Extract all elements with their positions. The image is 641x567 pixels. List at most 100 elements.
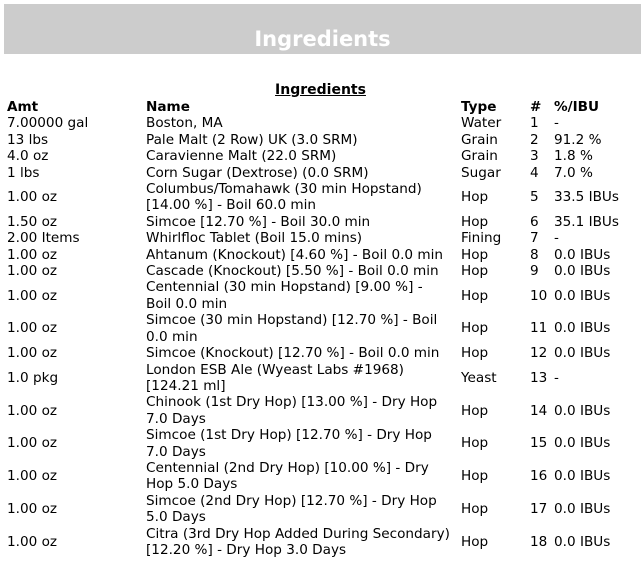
cell-name: Simcoe (1st Dry Hop) [12.70 %] - Dry Hop… <box>146 427 432 460</box>
cell-name: London ESB Ale (Wyeast Labs #1968) [124.… <box>146 361 404 394</box>
cell-ibu: 0.0 IBUs <box>554 320 611 337</box>
cell-type: Hop <box>461 402 489 419</box>
cell-type: Hop <box>461 468 489 485</box>
cell-type: Water <box>461 115 502 132</box>
cell-name: Corn Sugar (Dextrose) (0.0 SRM) <box>146 164 369 181</box>
cell-name: Simcoe (30 min Hopstand) [12.70 %] - Boi… <box>146 312 438 345</box>
cell-ibu: 0.0 IBUs <box>554 287 611 304</box>
cell-type: Hop <box>461 500 489 517</box>
cell-num: 18 <box>530 533 548 550</box>
table-row: 1 lbs Corn Sugar (Dextrose) (0.0 SRM) Suga… <box>3 165 634 181</box>
cell-name: Citra (3rd Dry Hop Added During Secondar… <box>146 525 450 558</box>
cell-ibu: 0.0 IBUs <box>554 533 611 550</box>
table-row: 1.00 oz Simcoe (1st Dry Hop) [12.70 %] - … <box>3 427 634 460</box>
cell-num: 7 <box>530 230 539 247</box>
cell-amt: 1.00 oz <box>7 320 58 337</box>
table-row: 1.00 oz Citra (3rd Dry Hop Added During S… <box>3 526 634 559</box>
cell-ibu: 0.0 IBUs <box>554 468 611 485</box>
table-row: 1.0 pkg London ESB Ale (Wyeast Labs #1968… <box>3 362 634 395</box>
table-row: 1.00 oz Ahtanum (Knockout) [4.60 %] - Boi… <box>3 247 634 263</box>
cell-amt: 1.00 oz <box>7 263 58 280</box>
cell-ibu: 35.1 IBUs <box>554 213 619 230</box>
cell-name: Simcoe [12.70 %] - Boil 30.0 min <box>146 213 371 230</box>
cell-amt: 4.0 oz <box>7 148 49 165</box>
cell-type: Hop <box>461 189 489 206</box>
cell-num: 2 <box>530 131 539 148</box>
cell-ibu: - <box>554 115 559 132</box>
cell-name: Columbus/Tomahawk (30 min Hopstand) [14.… <box>146 181 422 214</box>
cell-num: 1 <box>530 115 539 132</box>
table-row: 1.00 oz Simcoe (2nd Dry Hop) [12.70 %] - … <box>3 493 634 526</box>
cell-type: Sugar <box>461 164 501 181</box>
cell-amt: 1 lbs <box>7 164 40 181</box>
table-row: 2.00 Items Whirlfloc Tablet (Boil 15.0 mi… <box>3 230 634 246</box>
cell-amt: 2.00 Items <box>7 230 80 247</box>
cell-ibu: 7.0 % <box>554 164 593 181</box>
cell-name: Chinook (1st Dry Hop) [13.00 %] - Dry Ho… <box>146 394 438 427</box>
cell-amt: 7.00000 gal <box>7 115 89 132</box>
cell-name: Centennial (30 min Hopstand) [9.00 %] - … <box>146 279 423 312</box>
cell-name: Cascade (Knockout) [5.50 %] - Boil 0.0 m… <box>146 263 439 280</box>
cell-type: Hop <box>461 320 489 337</box>
cell-name: Centennial (2nd Dry Hop) [10.00 %] - Dry… <box>146 459 429 493</box>
ingredients-table: Amt Name Type # %/IBU 7.00000 gal Boston,… <box>3 99 634 558</box>
table-row: 1.00 oz Columbus/Tomahawk (30 min Hopstan… <box>3 181 634 214</box>
table-header-row: Amt Name Type # %/IBU <box>3 99 634 115</box>
table-caption: Ingredients <box>0 82 641 98</box>
cell-type: Hop <box>461 345 489 362</box>
cell-num: 8 <box>530 246 539 263</box>
table-row: 7.00000 gal Boston, MA Water 1- <box>3 115 634 131</box>
cell-amt: 1.50 oz <box>7 213 58 230</box>
cell-ibu: - <box>554 369 559 386</box>
cell-ibu: 0.0 IBUs <box>554 500 611 517</box>
cell-amt: 1.00 oz <box>7 468 58 485</box>
cell-type: Grain <box>461 148 498 165</box>
table-row: 1.00 oz Centennial (2nd Dry Hop) [10.00 %… <box>3 460 634 493</box>
cell-amt: 1.00 oz <box>7 189 58 206</box>
cell-type: Hop <box>461 246 489 263</box>
cell-type: Hop <box>461 287 489 304</box>
cell-num: 3 <box>530 148 539 165</box>
cell-num: 9 <box>530 263 539 280</box>
cell-ibu: - <box>554 230 559 247</box>
cell-ibu: 0.0 IBUs <box>554 345 611 362</box>
cell-ibu: 91.2 % <box>554 131 602 148</box>
header-type: Type <box>461 99 497 115</box>
cell-type: Yeast <box>461 369 497 386</box>
cell-type: Fining <box>461 230 502 247</box>
cell-amt: 1.00 oz <box>7 500 58 517</box>
header-num: # <box>530 99 542 115</box>
header-ibu: %/IBU <box>554 99 600 115</box>
cell-type: Grain <box>461 131 498 148</box>
cell-amt: 1.00 oz <box>7 435 58 452</box>
cell-num: 10 <box>530 287 548 304</box>
table-row: 13 lbs Pale Malt (2 Row) UK (3.0 SRM) Grai… <box>3 132 634 148</box>
cell-name: Boston, MA <box>146 115 223 132</box>
cell-ibu: 1.8 % <box>554 148 593 165</box>
cell-name: Pale Malt (2 Row) UK (3.0 SRM) <box>146 131 358 148</box>
table-row: 1.00 oz Cascade (Knockout) [5.50 %] - Boi… <box>3 263 634 279</box>
cell-ibu: 0.0 IBUs <box>554 402 611 419</box>
header-amt: Amt <box>7 99 39 115</box>
table-row: 1.50 oz Simcoe [12.70 %] - Boil 30.0 min H… <box>3 214 634 230</box>
cell-num: 16 <box>530 468 548 485</box>
table-row: 1.00 oz Chinook (1st Dry Hop) [13.00 %] -… <box>3 394 634 427</box>
cell-amt: 13 lbs <box>7 131 49 148</box>
cell-ibu: 0.0 IBUs <box>554 435 611 452</box>
cell-num: 4 <box>530 164 539 181</box>
cell-ibu: 33.5 IBUs <box>554 189 619 206</box>
cell-name: Simcoe (Knockout) [12.70 %] - Boil 0.0 m… <box>146 345 440 362</box>
cell-type: Hop <box>461 213 489 230</box>
cell-num: 6 <box>530 213 539 230</box>
cell-amt: 1.00 oz <box>7 402 58 419</box>
table-row: 1.00 oz Simcoe (30 min Hopstand) [12.70 %… <box>3 312 634 345</box>
cell-name: Whirlfloc Tablet (Boil 15.0 mins) <box>146 230 363 247</box>
cell-amt: 1.0 pkg <box>7 369 59 386</box>
cell-type: Hop <box>461 435 489 452</box>
cell-type: Hop <box>461 263 489 280</box>
cell-amt: 1.00 oz <box>7 533 58 550</box>
table-body: 7.00000 gal Boston, MA Water 1-13 lbs Pale M… <box>3 115 634 558</box>
table-row: 4.0 oz Caravienne Malt (22.0 SRM) Grain 3 1.… <box>3 148 634 164</box>
cell-type: Hop <box>461 533 489 550</box>
cell-num: 12 <box>530 345 548 362</box>
